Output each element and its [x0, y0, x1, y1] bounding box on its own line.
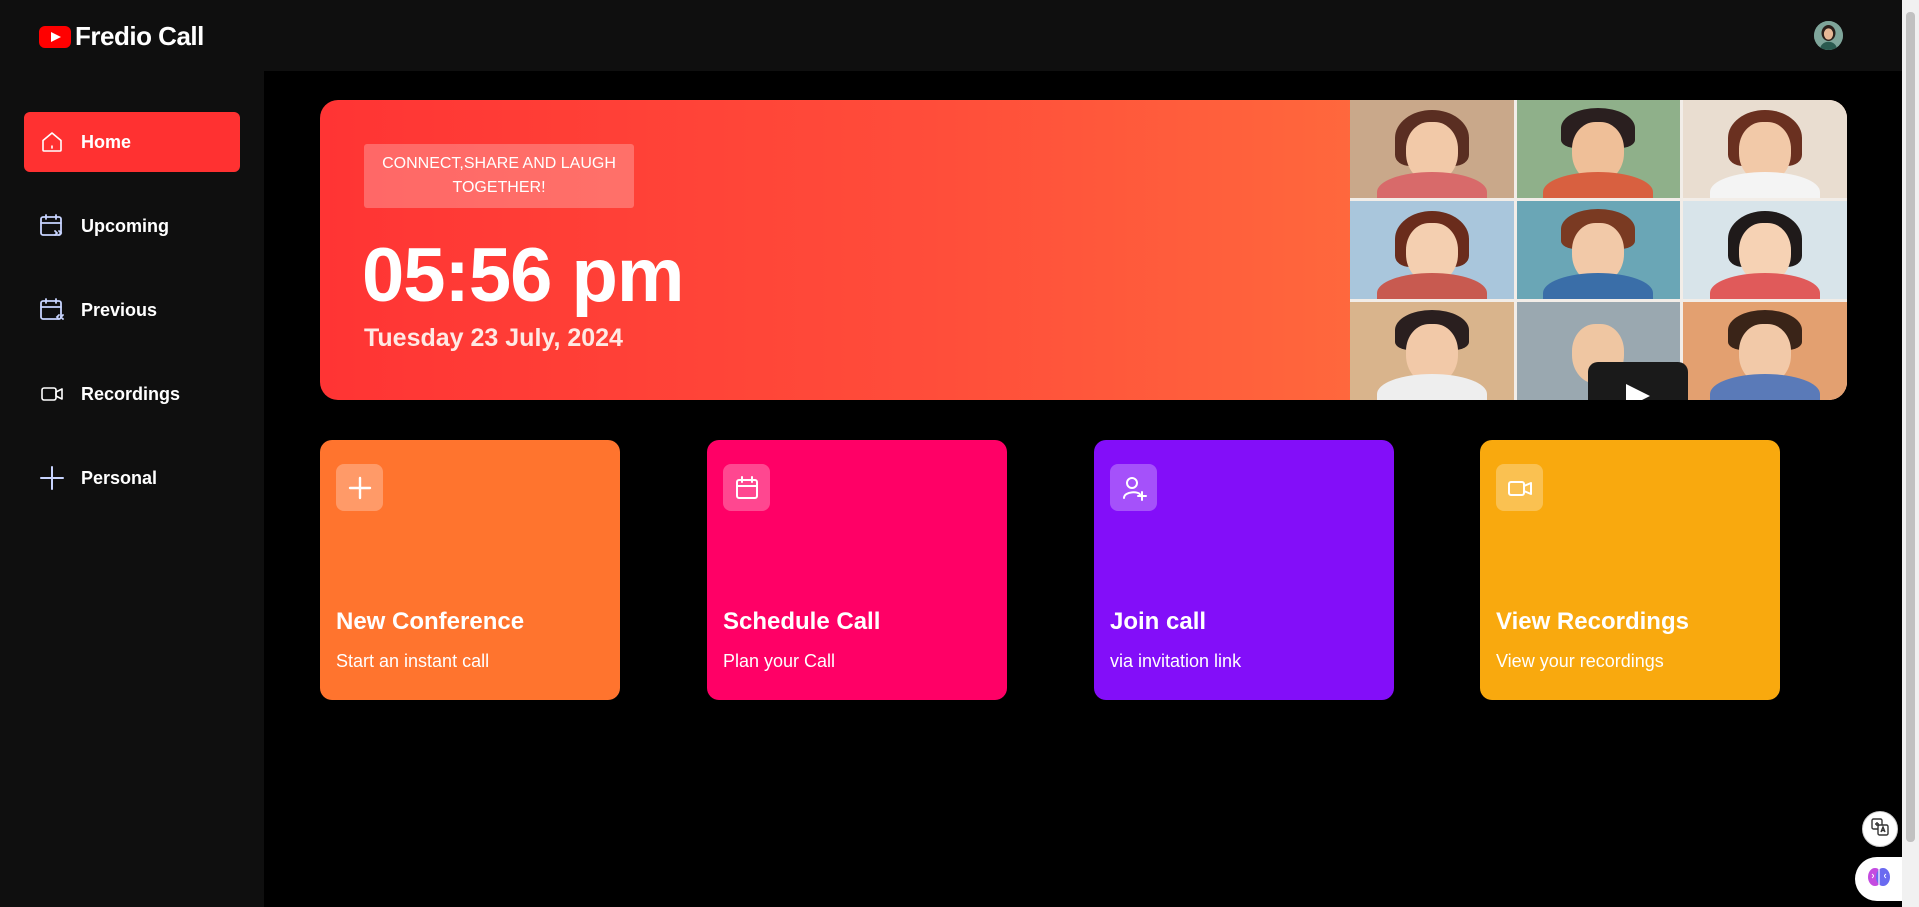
- calendar-back-icon: [39, 297, 65, 323]
- card-title: View Recordings: [1496, 608, 1689, 635]
- current-date: Tuesday 23 July, 2024: [364, 324, 623, 352]
- sidebar: Home Upcoming Previous Recordings Person…: [0, 71, 264, 907]
- card-subtitle: Start an instant call: [336, 651, 490, 671]
- translate-button[interactable]: [1862, 811, 1898, 847]
- video-icon: [39, 381, 65, 407]
- sidebar-item-personal[interactable]: Personal: [24, 448, 240, 508]
- app-name: Fredio Call: [75, 21, 204, 51]
- sidebar-item-label: Recordings: [81, 383, 181, 404]
- card-title: New Conference: [336, 608, 525, 635]
- card-title: Join call: [1110, 608, 1207, 635]
- calendar-icon: [723, 464, 770, 511]
- sidebar-item-previous[interactable]: Previous: [24, 280, 240, 340]
- plus-icon: [39, 465, 65, 491]
- new-conference-card[interactable]: New Conference Start an instant call: [320, 440, 620, 700]
- card-subtitle: View your recordings: [1496, 651, 1664, 671]
- brain-icon: [1866, 864, 1892, 895]
- plus-icon: [336, 464, 383, 511]
- user-plus-icon: [1110, 464, 1157, 511]
- hero-banner: CONNECT,SHARE AND LAUGH TOGETHER! 05:56 …: [320, 100, 1847, 400]
- current-time: 05:56 pm: [362, 233, 684, 318]
- calendar-forward-icon: [39, 213, 65, 239]
- card-title: Schedule Call: [723, 608, 881, 635]
- view-recordings-card[interactable]: View Recordings View your recordings: [1480, 440, 1780, 700]
- sidebar-item-label: Upcoming: [81, 215, 169, 236]
- card-subtitle: via invitation link: [1110, 651, 1242, 671]
- card-subtitle: Plan your Call: [723, 651, 836, 671]
- play-icon: [1588, 362, 1688, 400]
- sidebar-item-label: Previous: [81, 299, 158, 320]
- video-icon: [1496, 464, 1543, 511]
- sidebar-item-label: Personal: [81, 467, 158, 488]
- logo-icon: [39, 25, 71, 48]
- brand[interactable]: Fredio Call: [39, 21, 204, 52]
- page-scrollbar[interactable]: [1902, 0, 1919, 907]
- sidebar-item-recordings[interactable]: Recordings: [24, 364, 240, 424]
- top-bar: Fredio Call: [0, 0, 1902, 71]
- assistant-button[interactable]: [1855, 857, 1902, 901]
- sidebar-item-upcoming[interactable]: Upcoming: [24, 196, 240, 256]
- tagline-badge: CONNECT,SHARE AND LAUGH TOGETHER!: [364, 144, 634, 208]
- video-call-illustration: [1350, 100, 1847, 400]
- avatar[interactable]: [1814, 21, 1843, 50]
- join-call-card[interactable]: Join call via invitation link: [1094, 440, 1394, 700]
- sidebar-item-home[interactable]: Home: [24, 112, 240, 172]
- scrollbar-thumb[interactable]: [1906, 12, 1915, 842]
- sidebar-item-label: Home: [81, 131, 132, 152]
- schedule-call-card[interactable]: Schedule Call Plan your Call: [707, 440, 1007, 700]
- translate-icon: [1870, 817, 1890, 842]
- home-icon: [39, 129, 65, 155]
